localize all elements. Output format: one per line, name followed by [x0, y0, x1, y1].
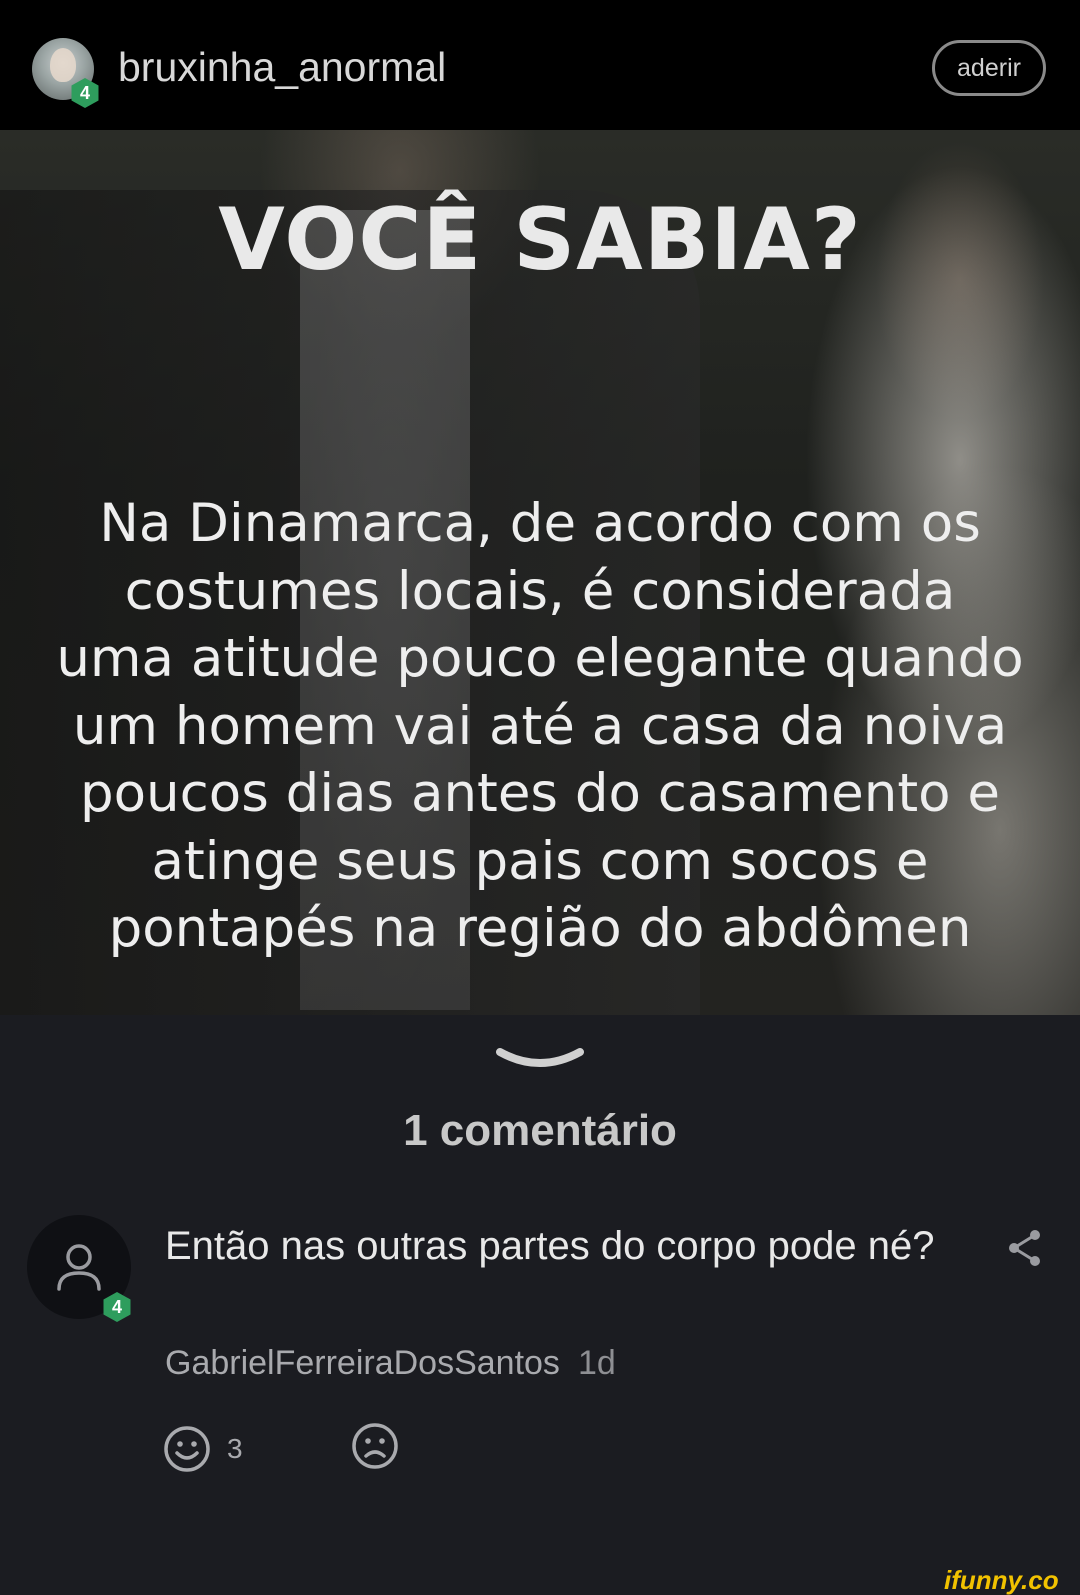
comment-meta: GabrielFerreiraDosSantos 1d [165, 1344, 616, 1383]
frown-icon [351, 1423, 398, 1469]
user-icon [57, 1244, 101, 1291]
comment-time: 1d [577, 1344, 616, 1382]
chevron-down-icon[interactable] [494, 1044, 586, 1074]
comment-count: 1 comentário [403, 1106, 677, 1155]
author-avatar[interactable]: 4 [32, 38, 99, 108]
post-page: 4 bruxinha_anormal aderir VOCÊ SABIA? Na… [0, 0, 1080, 1595]
dislike-button[interactable] [351, 1422, 399, 1475]
author-username[interactable]: bruxinha_anormal [118, 44, 446, 91]
comment-text: Então nas outras partes do corpo pode né… [165, 1224, 935, 1268]
meme-caption: Na Dinamarca, de acordo com os costumes … [56, 493, 1024, 959]
smile-icon [164, 1425, 210, 1472]
post-header: 4 bruxinha_anormal aderir [0, 0, 1080, 130]
comment-author[interactable]: GabrielFerreiraDosSantos [165, 1344, 560, 1382]
like-count: 3 [227, 1432, 243, 1464]
meme-image[interactable]: VOCÊ SABIA? Na Dinamarca, de acordo com … [0, 130, 1080, 1015]
join-button[interactable]: aderir [932, 40, 1046, 96]
share-icon[interactable] [1006, 1228, 1044, 1268]
comment-reactions: 3 [163, 1422, 399, 1475]
ifunny-watermark: ifunny.co [944, 1565, 1059, 1595]
meme-title: VOCÊ SABIA? [218, 190, 862, 290]
comment-item: 4 Então nas outras partes do corpo pode … [0, 1210, 1080, 1490]
like-button[interactable]: 3 [163, 1425, 243, 1473]
